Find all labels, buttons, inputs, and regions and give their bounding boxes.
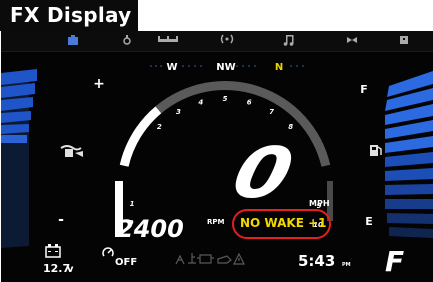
warning-triangle-icon	[233, 252, 245, 265]
battery-unit: v	[67, 264, 74, 275]
temperature-icon	[188, 253, 196, 264]
page-title: FX Display	[10, 3, 132, 27]
battery-icon	[45, 244, 61, 258]
cruise-icon	[102, 247, 114, 257]
bottom-status-row: 12.7 v OFF 5:43 PM F	[43, 244, 404, 278]
fault-icon	[175, 254, 185, 265]
cruise-status: OFF	[115, 257, 137, 268]
title-tab: FX Display	[0, 0, 138, 31]
clock-ampm: PM	[342, 262, 351, 268]
engine-icon	[197, 254, 214, 264]
dashboard-screen: W NW N + - F E 0 1 2 3 4 5 6 7 8 9 10 0 …	[1, 31, 433, 282]
oil-pressure-icon	[217, 255, 232, 264]
drive-mode[interactable]: F	[385, 245, 404, 278]
clock-time: 5:43	[298, 252, 335, 270]
warning-icons	[175, 252, 245, 265]
